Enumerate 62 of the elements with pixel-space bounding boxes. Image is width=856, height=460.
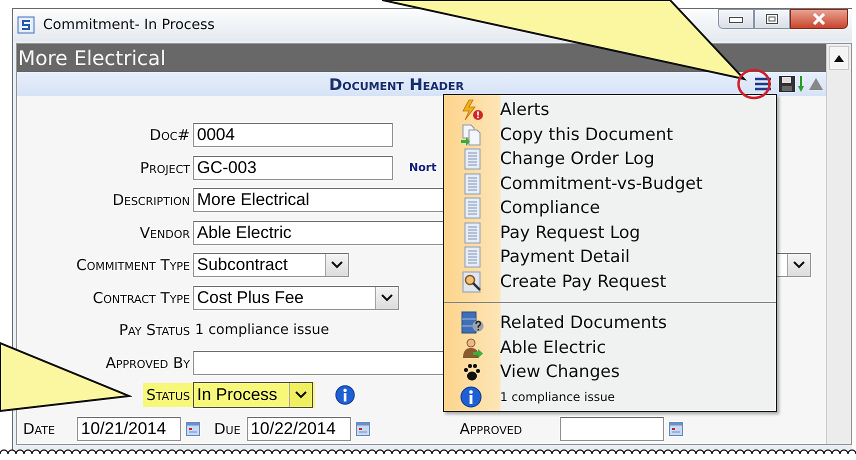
minimize-icon xyxy=(729,15,743,23)
date-field[interactable]: 10/22/2014 xyxy=(246,416,351,440)
menu-item[interactable]: Alerts xyxy=(500,100,550,120)
field-label: Date xyxy=(23,420,56,438)
triangle-icon xyxy=(808,77,824,91)
field-label: Status xyxy=(143,383,193,407)
app-icon xyxy=(17,16,35,34)
window-title: Commitment- In Process xyxy=(43,17,215,33)
caret-icon xyxy=(331,261,343,269)
calendar-icon xyxy=(669,422,684,436)
arrow-icon xyxy=(797,75,805,93)
collapse-button[interactable] xyxy=(808,77,824,91)
field-label: Project xyxy=(139,158,191,178)
date-field[interactable] xyxy=(560,416,664,440)
caret-icon xyxy=(793,261,805,269)
scroll-up-button[interactable] xyxy=(829,46,849,70)
menu-item[interactable]: Able Electric xyxy=(500,338,606,358)
menu-item[interactable]: Pay Request Log xyxy=(500,222,640,243)
maximize-icon xyxy=(766,14,778,24)
highlight-circle xyxy=(737,68,771,100)
field-label: Due xyxy=(214,420,241,438)
database-icon xyxy=(459,311,485,336)
menu-icon xyxy=(753,76,773,92)
select-field[interactable]: Subcontract xyxy=(193,253,349,277)
save-icon xyxy=(778,75,796,93)
menu-item[interactable]: Commitment-vs-Budget xyxy=(500,174,703,194)
menu-item[interactable]: Payment Detail xyxy=(500,247,630,268)
field-label: Description xyxy=(111,190,191,211)
select-field[interactable]: Cost Plus Fee xyxy=(193,286,399,310)
field-label: Pay Status xyxy=(118,320,191,341)
section-title: Document Header xyxy=(329,75,464,94)
minimize-button[interactable] xyxy=(718,9,754,29)
date-field[interactable]: 10/21/2014 xyxy=(77,416,181,440)
save-button[interactable] xyxy=(778,75,796,93)
status-note: 1 compliance issue xyxy=(500,390,615,404)
project-name: Nort xyxy=(409,161,436,174)
close-button[interactable] xyxy=(790,9,848,29)
field-label: Vendor xyxy=(138,222,191,244)
select-field[interactable]: In Process xyxy=(193,382,313,408)
menu-item[interactable]: View Changes xyxy=(500,362,620,382)
field-label: Commitment Type xyxy=(75,255,191,276)
menu-button[interactable] xyxy=(753,76,773,92)
calendar-icon xyxy=(356,422,370,436)
field-label: Approved xyxy=(460,420,522,438)
field-label: Contract Type xyxy=(92,288,191,308)
maximize-button[interactable] xyxy=(754,9,790,29)
pay-status-text: 1 compliance issue xyxy=(194,322,330,338)
text-field[interactable]: 0004 xyxy=(193,123,393,147)
triangle-icon xyxy=(834,54,844,62)
caret-icon xyxy=(381,294,393,302)
calendar-icon xyxy=(186,422,200,436)
field-label: Doc# xyxy=(148,125,191,146)
menu-item[interactable]: Create Pay Request xyxy=(500,272,666,292)
text-field[interactable]: GC-003 xyxy=(193,156,393,180)
close-icon xyxy=(812,13,826,25)
menu-item[interactable]: Compliance xyxy=(500,198,600,218)
menu-item[interactable]: Copy this Document xyxy=(500,124,674,145)
menu-item[interactable]: Change Order Log xyxy=(500,149,655,170)
document-title: More Electrical xyxy=(17,46,166,70)
menu-item[interactable]: Related Documents xyxy=(500,313,667,334)
field-label: Approved By xyxy=(104,352,191,374)
caret-icon xyxy=(295,391,307,399)
